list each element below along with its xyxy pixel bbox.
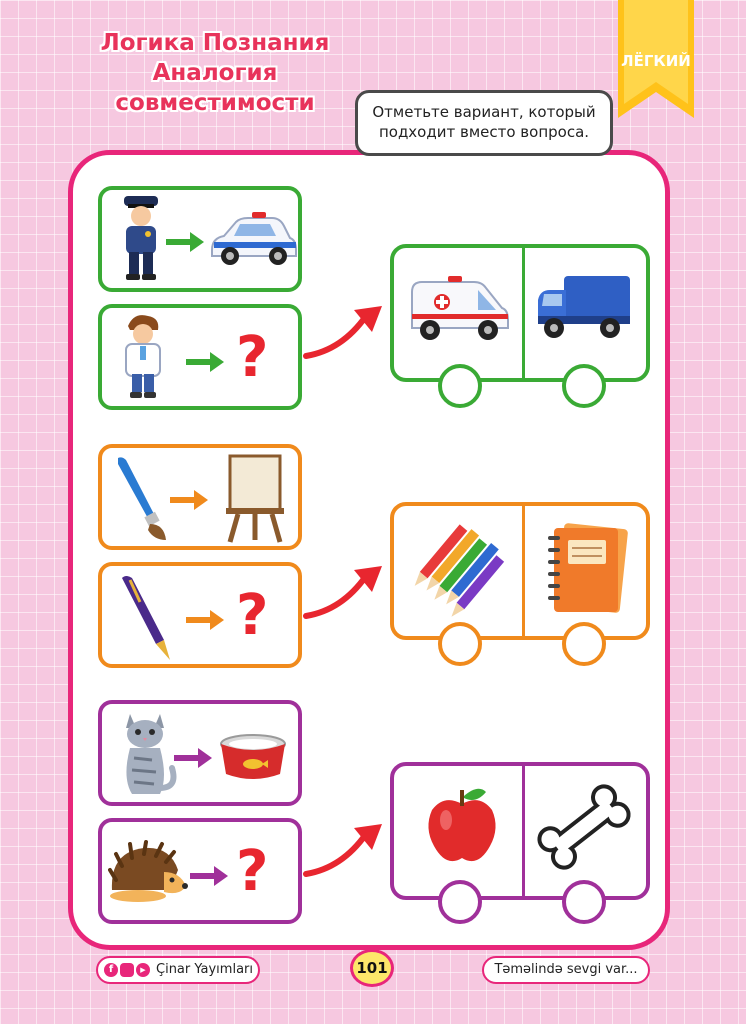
question-mark: ?	[236, 583, 269, 648]
task3-example-card	[98, 700, 302, 806]
level-badge: ЛЁГКИЙ	[621, 52, 691, 70]
police-car-icon	[211, 212, 297, 265]
arrow-right-icon	[186, 352, 224, 372]
task3-option1-checkbox[interactable]	[438, 880, 482, 924]
cat-bowl-icon	[220, 734, 286, 779]
slogan-pill: Təməlində sevgi var...	[482, 956, 650, 984]
title-line-1: Логика Познания	[100, 30, 330, 56]
colored-pencils-icon[interactable]	[408, 520, 508, 620]
hedgehog-icon	[108, 840, 188, 902]
arrow-right-icon	[166, 232, 204, 252]
task3-question-card: ?	[98, 818, 302, 924]
task2-option1-checkbox[interactable]	[438, 622, 482, 666]
page-title: Логика Познания Аналогия совместимости	[70, 28, 360, 118]
easel-icon	[226, 454, 284, 543]
red-curved-arrow-icon	[303, 824, 382, 877]
answer-divider	[522, 248, 525, 378]
task1-option1-checkbox[interactable]	[438, 364, 482, 408]
facebook-icon[interactable]: f	[104, 963, 118, 977]
apple-icon[interactable]	[424, 784, 500, 870]
cat-icon	[126, 714, 177, 794]
instagram-icon[interactable]	[120, 963, 134, 977]
slogan-text: Təməlində sevgi var...	[494, 962, 638, 977]
question-mark: ?	[236, 325, 269, 390]
red-curved-arrow-icon	[303, 306, 382, 359]
youtube-icon[interactable]: ▶	[136, 963, 150, 977]
task2-example-card	[98, 444, 302, 550]
ambulance-icon[interactable]	[408, 274, 512, 346]
bone-icon[interactable]	[536, 784, 632, 870]
publisher-name: Çinar Yayımları	[156, 962, 253, 977]
task2-question-card: ?	[98, 562, 302, 668]
answer-divider	[522, 766, 525, 896]
task1-question-card: ?	[98, 304, 302, 410]
task2-answer-card	[390, 502, 650, 640]
doctor-icon	[125, 315, 161, 398]
instruction-line-2: подходит вместо вопроса.	[378, 123, 590, 141]
task3-option2-checkbox[interactable]	[562, 880, 606, 924]
red-curved-arrow-icon	[303, 566, 382, 619]
title-line-2: Аналогия	[152, 60, 278, 86]
task1-example-card	[98, 186, 302, 292]
pen-icon	[122, 576, 170, 660]
policeman-icon	[124, 196, 158, 280]
answer-divider	[522, 506, 525, 636]
notebook-icon[interactable]	[544, 522, 630, 618]
paintbrush-icon	[118, 457, 166, 540]
blue-truck-icon[interactable]	[534, 272, 634, 344]
question-mark: ?	[236, 839, 269, 904]
arrow-right-icon	[174, 748, 212, 768]
instruction-bubble: Отметьте вариант, который подходит вмест…	[355, 90, 613, 156]
title-line-3: совместимости	[115, 90, 315, 116]
arrow-right-icon	[186, 610, 224, 630]
task3-answer-card	[390, 762, 650, 900]
arrow-right-icon	[170, 490, 208, 510]
task2-option2-checkbox[interactable]	[562, 622, 606, 666]
arrow-right-icon	[190, 866, 228, 886]
task1-option2-checkbox[interactable]	[562, 364, 606, 408]
page-number: 101	[350, 949, 394, 987]
publisher-pill: f ▶ Çinar Yayımları	[96, 956, 260, 984]
task1-answer-card	[390, 244, 650, 382]
instruction-line-1: Отметьте вариант, который	[372, 103, 596, 121]
